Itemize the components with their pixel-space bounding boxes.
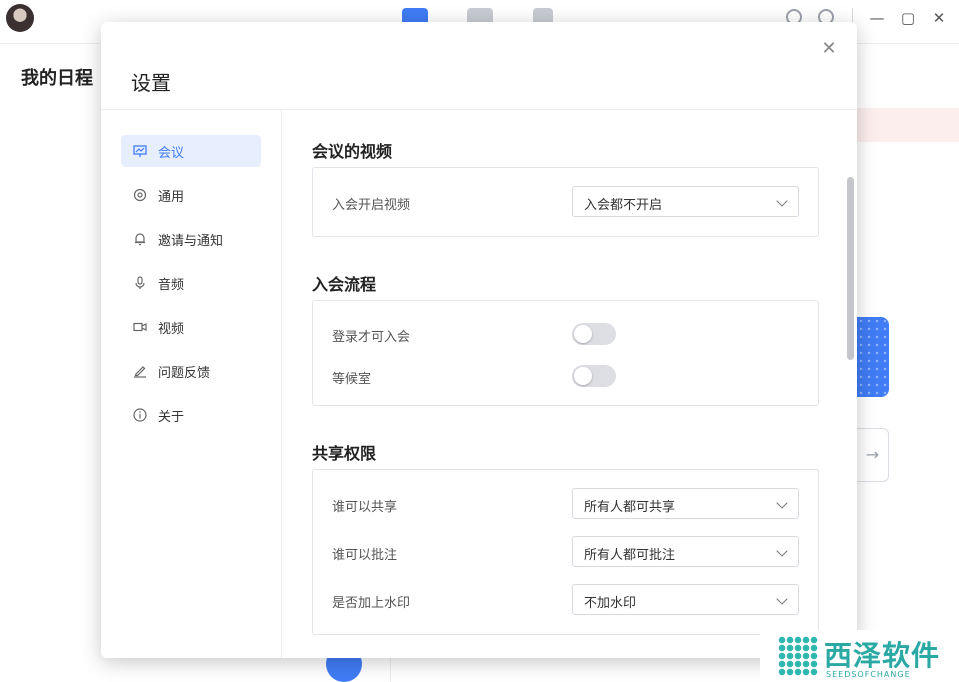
- toggle-knob: [574, 367, 592, 385]
- watermark-text: 西泽软件: [824, 639, 941, 672]
- join-video-select[interactable]: 入会都不开启: [572, 186, 799, 217]
- watermark-logo-icon: [778, 636, 818, 676]
- sidebar-item-label: 视频: [158, 321, 185, 337]
- site-watermark: 西泽软件 SEEDSOFCHANGE: [760, 630, 959, 682]
- settings-dialog: 设置 ✕ 会议 通用 邀请与通知 音频 视频 问题反馈 关于 会议的视频 入会开…: [101, 22, 857, 658]
- quick-meeting-card[interactable]: [857, 317, 889, 397]
- share-settings-panel: 谁可以共享 所有人都可共享 谁可以批注 所有人都可批注 是否加上水印 不加水印: [312, 469, 819, 635]
- arrow-right-icon: →: [865, 445, 880, 464]
- chevron-down-icon: [776, 497, 788, 509]
- sidebar-item-general[interactable]: 通用: [121, 179, 261, 211]
- chevron-down-icon: [776, 545, 788, 557]
- video-settings-panel: 入会开启视频 入会都不开启: [312, 167, 819, 237]
- section-title-share: 共享权限: [312, 444, 377, 463]
- sidebar-item-label: 音频: [158, 277, 185, 293]
- presentation-icon: [133, 144, 147, 158]
- sidebar-item-about[interactable]: 关于: [121, 399, 261, 431]
- alert-banner: [857, 108, 959, 142]
- join-meeting-card[interactable]: →: [857, 428, 889, 482]
- who-can-share-label: 谁可以共享: [332, 500, 398, 515]
- who-can-annotate-label: 谁可以批注: [332, 548, 398, 563]
- sidebar-item-meeting[interactable]: 会议: [121, 135, 261, 167]
- avatar[interactable]: [6, 4, 34, 32]
- section-title-join: 入会流程: [312, 275, 377, 294]
- select-value: 所有人都可共享: [584, 500, 676, 515]
- sidebar-item-invite-notify[interactable]: 邀请与通知: [121, 223, 261, 255]
- scrollbar[interactable]: [847, 177, 854, 360]
- watermark-select[interactable]: 不加水印: [572, 584, 799, 615]
- sidebar-item-label: 邀请与通知: [158, 233, 224, 249]
- section-title-video: 会议的视频: [312, 142, 393, 161]
- select-value: 入会都不开启: [584, 198, 663, 213]
- join-video-label: 入会开启视频: [332, 198, 411, 213]
- watermark-label: 是否加上水印: [332, 596, 411, 611]
- sidebar-item-label: 会议: [158, 145, 185, 161]
- select-value: 不加水印: [584, 596, 637, 611]
- sidebar-item-feedback[interactable]: 问题反馈: [121, 355, 261, 387]
- select-value: 所有人都可批注: [584, 548, 676, 563]
- chevron-down-icon: [776, 195, 788, 207]
- maximize-button[interactable]: ▢: [898, 8, 918, 28]
- camera-icon: [133, 320, 147, 334]
- bell-icon: [133, 232, 147, 246]
- waiting-room-toggle[interactable]: [572, 365, 616, 387]
- toggle-knob: [574, 325, 592, 343]
- who-can-annotate-select[interactable]: 所有人都可批注: [572, 536, 799, 567]
- settings-sidebar: 会议 通用 邀请与通知 音频 视频 问题反馈 关于: [101, 110, 282, 658]
- waiting-room-label: 等候室: [332, 372, 372, 387]
- gear-icon: [133, 188, 147, 202]
- microphone-icon: [133, 276, 147, 290]
- schedule-title: 我的日程: [21, 68, 93, 89]
- close-window-button[interactable]: ✕: [929, 8, 949, 28]
- chevron-down-icon: [776, 593, 788, 605]
- pencil-icon: [133, 364, 147, 378]
- login-required-label: 登录才可入会: [332, 330, 411, 345]
- sidebar-item-label: 通用: [158, 189, 185, 205]
- dialog-title: 设置: [131, 71, 171, 95]
- sidebar-item-label: 问题反馈: [158, 365, 211, 381]
- join-settings-panel: 登录才可入会 等候室: [312, 300, 819, 406]
- login-required-toggle[interactable]: [572, 323, 616, 345]
- close-icon[interactable]: ✕: [818, 38, 840, 60]
- watermark-subtext: SEEDSOFCHANGE: [826, 670, 911, 679]
- sidebar-item-audio[interactable]: 音频: [121, 267, 261, 299]
- sidebar-item-label: 关于: [158, 409, 185, 425]
- minimize-button[interactable]: —: [867, 8, 887, 28]
- sidebar-item-video[interactable]: 视频: [121, 311, 261, 343]
- settings-content: 会议的视频 入会开启视频 入会都不开启 入会流程 登录才可入会 等候室 共享权限…: [283, 110, 857, 658]
- info-icon: [133, 408, 147, 422]
- who-can-share-select[interactable]: 所有人都可共享: [572, 488, 799, 519]
